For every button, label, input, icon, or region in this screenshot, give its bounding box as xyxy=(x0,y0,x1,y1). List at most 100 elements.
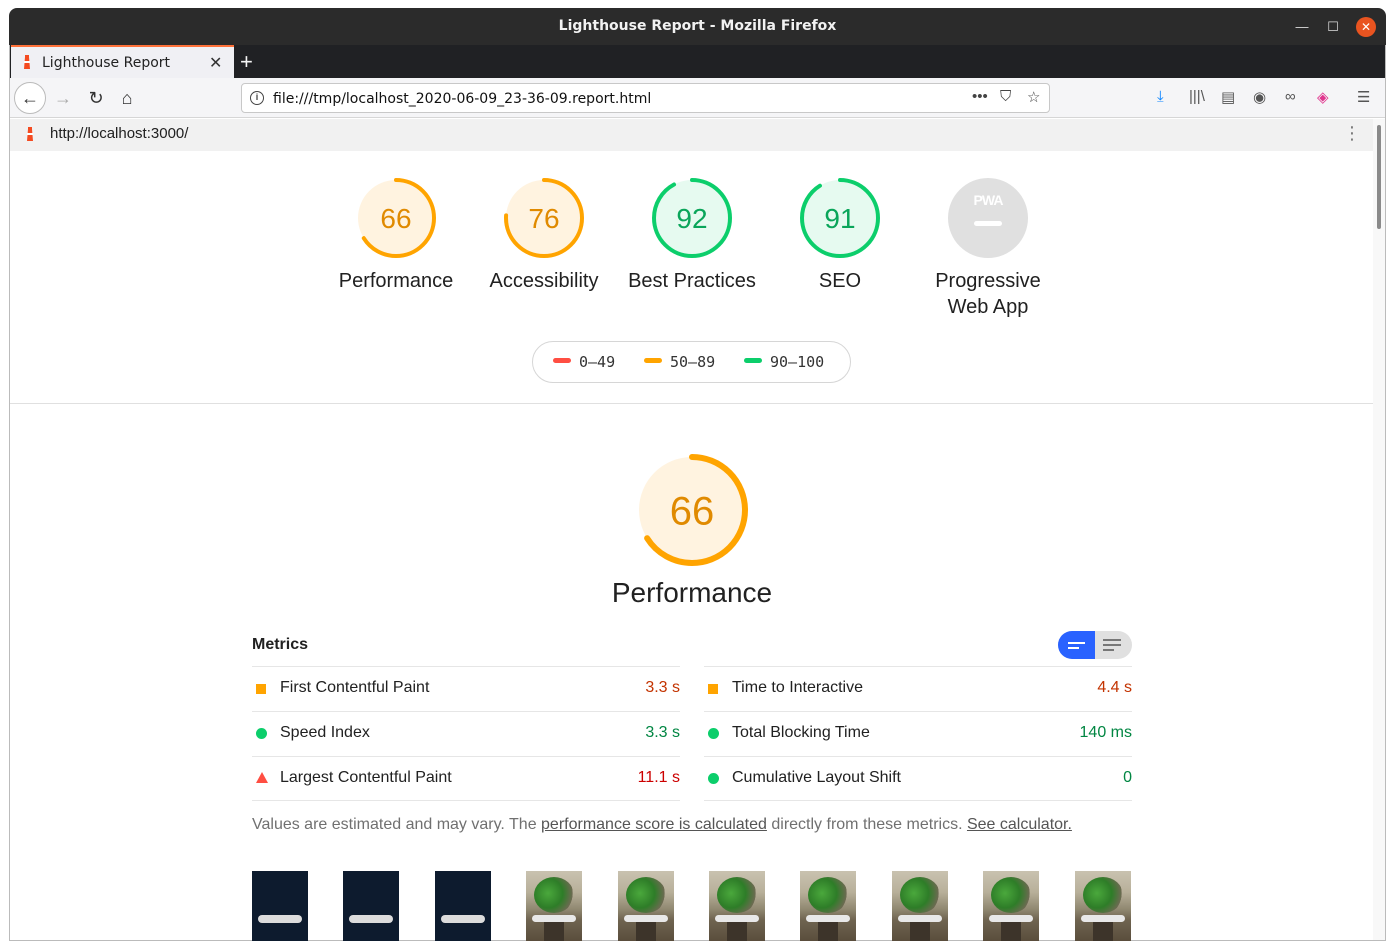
address-url[interactable]: file:///tmp/localhost_2020-06-09_23-36-0… xyxy=(273,91,651,107)
lighthouse-logo-icon xyxy=(27,127,33,141)
category-gauges: 66 Performance 76 Accessibility 92 Best … xyxy=(320,176,1060,336)
filmstrip-frame xyxy=(618,871,674,941)
gauge-ring: 76 xyxy=(504,178,584,258)
section-divider xyxy=(10,403,1373,404)
metric-row[interactable]: Cumulative Layout Shift 0 xyxy=(704,756,1132,801)
back-button[interactable]: ← xyxy=(14,82,46,114)
forward-button[interactable]: → xyxy=(49,84,77,112)
site-info-icon[interactable]: i xyxy=(250,91,264,105)
account-icon[interactable]: ◉ xyxy=(1253,88,1266,106)
filmstrip-frame xyxy=(709,871,765,941)
gauge-performance[interactable]: 66 Performance xyxy=(322,176,470,294)
gauge-label: Best Practices xyxy=(628,270,756,292)
toggle-compact-button[interactable] xyxy=(1058,631,1095,659)
gauge-seo[interactable]: 91 SEO xyxy=(766,176,914,294)
average-square-icon xyxy=(708,684,718,694)
frame-tree xyxy=(991,877,1031,913)
note-prefix: Values are estimated and may vary. The xyxy=(252,816,542,833)
frame-tree xyxy=(717,877,757,913)
window-edge-right xyxy=(1385,45,1386,941)
frame-road xyxy=(636,921,656,941)
frame-road xyxy=(910,921,930,941)
report-url: http://localhost:3000/ xyxy=(50,125,189,142)
tab-lighthouse-report[interactable]: Lighthouse Report ✕ xyxy=(11,45,234,78)
gauge-accessibility[interactable]: 76 Accessibility xyxy=(470,176,618,294)
gauge-best-practices[interactable]: 92 Best Practices xyxy=(618,176,766,294)
gauge-label: SEO xyxy=(818,270,862,292)
frame-input-bar xyxy=(441,915,485,923)
new-tab-button[interactable]: + xyxy=(240,49,253,75)
filmstrip-frame xyxy=(343,871,399,941)
gauge-pwa[interactable]: PWA Progressive Web App xyxy=(914,176,1062,320)
filmstrip-frame xyxy=(526,871,582,941)
frame-road xyxy=(818,921,838,941)
maximize-icon[interactable]: ☐ xyxy=(1323,17,1343,37)
metrics-column-left: First Contentful Paint 3.3 s Speed Index… xyxy=(252,666,680,801)
minimize-icon[interactable]: — xyxy=(1292,17,1312,37)
lighthouse-extension-icon[interactable]: ◈ xyxy=(1317,88,1329,106)
bookmark-star-icon[interactable]: ☆ xyxy=(1027,88,1040,106)
library-icon[interactable]: |||\ xyxy=(1189,88,1205,105)
metric-row[interactable]: Time to Interactive 4.4 s xyxy=(704,666,1132,711)
extension-icon[interactable]: ∞ xyxy=(1285,88,1296,105)
metrics-view-toggle[interactable] xyxy=(1058,631,1132,659)
close-window-icon[interactable]: ✕ xyxy=(1356,17,1376,37)
legend-swatch xyxy=(553,358,571,363)
metrics-note: Values are estimated and may vary. The p… xyxy=(252,816,1072,834)
frame-tree xyxy=(808,877,848,913)
metric-row[interactable]: Speed Index 3.3 s xyxy=(252,711,680,756)
gauge-label: Accessibility xyxy=(489,270,599,292)
metric-value: 3.3 s xyxy=(645,679,680,696)
note-middle: directly from these metrics. xyxy=(766,816,967,833)
legend-item-pass: 90–100 xyxy=(744,353,824,371)
gauge-ring: 91 xyxy=(800,178,880,258)
scrollbar-thumb[interactable] xyxy=(1377,125,1381,229)
filmstrip-frame xyxy=(435,871,491,941)
metric-row[interactable]: First Contentful Paint 3.3 s xyxy=(252,666,680,711)
sidebar-icon[interactable]: ▤ xyxy=(1221,88,1235,106)
pocket-icon[interactable]: ⛉ xyxy=(1000,88,1011,105)
page-actions-icon[interactable]: ••• xyxy=(972,88,988,105)
performance-gauge: 66 xyxy=(636,454,748,566)
frame-input-bar xyxy=(898,915,942,922)
frame-input-bar xyxy=(715,915,759,922)
download-icon[interactable]: ⤓ xyxy=(1157,88,1164,105)
frame-road xyxy=(1093,921,1113,941)
window-titlebar: Lighthouse Report - Mozilla Firefox — ☐ … xyxy=(9,8,1386,45)
frame-road xyxy=(544,921,564,941)
score-calculated-link[interactable]: performance score is calculated xyxy=(541,816,767,833)
metric-row[interactable]: Total Blocking Time 140 ms xyxy=(704,711,1132,756)
pass-circle-icon xyxy=(708,773,719,784)
frame-input-bar xyxy=(624,915,668,922)
report-topbar: http://localhost:3000/ ⋮ xyxy=(9,119,1373,151)
pwa-dash xyxy=(974,221,1002,226)
frame-input-bar xyxy=(989,915,1033,922)
gauge-label: Performance xyxy=(338,270,454,292)
close-tab-icon[interactable]: ✕ xyxy=(209,53,222,73)
window-title: Lighthouse Report - Mozilla Firefox xyxy=(558,18,837,34)
metric-row[interactable]: Largest Contentful Paint 11.1 s xyxy=(252,756,680,801)
lighthouse-icon xyxy=(24,55,30,69)
window-edge-left xyxy=(9,45,10,941)
frame-tree xyxy=(900,877,940,913)
address-bar[interactable]: i file:///tmp/localhost_2020-06-09_23-36… xyxy=(241,83,1050,113)
hamburger-menu-icon[interactable]: ☰ xyxy=(1357,88,1370,106)
metric-name: Largest Contentful Paint xyxy=(280,769,452,786)
pwa-badge-text: PWA xyxy=(973,192,1004,208)
report-menu-icon[interactable]: ⋮ xyxy=(1343,123,1361,144)
gauge-score: 91 xyxy=(824,203,855,234)
legend-range: 50–89 xyxy=(670,353,716,371)
filmstrip-frame xyxy=(983,871,1039,941)
gauge-ring: 92 xyxy=(652,178,732,258)
tab-label: Lighthouse Report xyxy=(42,55,171,71)
average-square-icon xyxy=(256,684,266,694)
metric-value: 0 xyxy=(1123,769,1132,786)
legend-swatch xyxy=(644,358,662,363)
metric-name: Time to Interactive xyxy=(732,679,864,696)
reload-button[interactable]: ↻ xyxy=(82,84,110,112)
legend-range: 90–100 xyxy=(770,353,825,371)
see-calculator-link[interactable]: See calculator. xyxy=(967,816,1072,833)
home-button[interactable]: ⌂ xyxy=(113,84,141,112)
pwa-label-line2: Web App xyxy=(947,296,1029,318)
expanded-view-icon[interactable] xyxy=(1103,639,1121,652)
